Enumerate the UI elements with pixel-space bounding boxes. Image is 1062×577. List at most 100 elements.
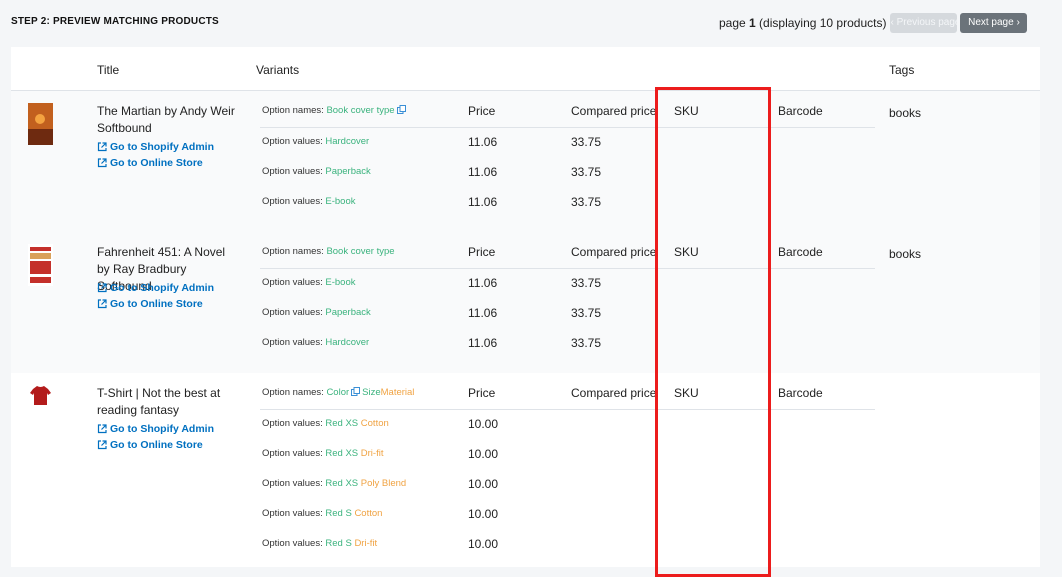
option-values-label: Option values: Paperback bbox=[262, 307, 371, 318]
variant-header-row: Option names: Book cover type Price Comp… bbox=[260, 238, 875, 269]
option-values-label: Option values: E-book bbox=[262, 196, 356, 207]
product-tags: books bbox=[889, 247, 922, 261]
variant-compared-price: 33.75 bbox=[571, 336, 602, 350]
next-page-button[interactable]: Next page › bbox=[960, 13, 1028, 33]
variant-row: Option values: Paperback 11.06 33.75 bbox=[260, 158, 875, 188]
option-values-label: Option values: Paperback bbox=[262, 166, 371, 177]
option-values-label: Option values: Red XS Poly Blend bbox=[262, 478, 407, 489]
variant-header-row: Option names: Color SizeMaterial Price Co… bbox=[260, 379, 875, 410]
variant-row: Option values: Red S Cotton 10.00 bbox=[260, 500, 875, 530]
variant-row: Option values: E-book 11.06 33.75 bbox=[260, 188, 875, 218]
step-title: STEP 2: PREVIEW MATCHING PRODUCTS bbox=[11, 16, 219, 27]
compared-price-header: Compared price bbox=[571, 104, 657, 118]
option-value: Red bbox=[325, 418, 343, 429]
variant-price: 11.06 bbox=[468, 336, 498, 350]
variant-price: 10.00 bbox=[468, 417, 499, 431]
option-values-label: Option values: Red XS Dri-fit bbox=[262, 448, 384, 459]
book-cover-thumbnail bbox=[28, 244, 53, 286]
barcode-header: Barcode bbox=[778, 245, 823, 259]
variant-price: 11.06 bbox=[468, 195, 498, 209]
option-value: Red bbox=[325, 448, 343, 459]
price-header: Price bbox=[468, 386, 496, 400]
copy-icon[interactable] bbox=[351, 387, 361, 396]
variant-price: 11.06 bbox=[468, 165, 498, 179]
option-values-label: Option values: Red S Dri-fit bbox=[262, 538, 378, 549]
shopify-admin-link[interactable]: Go to Shopify Admin bbox=[97, 423, 214, 435]
option-name: Book cover type bbox=[326, 105, 395, 116]
option-value: Red bbox=[325, 538, 343, 549]
variant-compared-price: 33.75 bbox=[571, 276, 602, 290]
online-store-link[interactable]: Go to Online Store bbox=[97, 439, 203, 451]
option-values-label: Option values: Hardcover bbox=[262, 136, 370, 147]
previous-page-button[interactable]: ‹ Previous page bbox=[890, 13, 961, 33]
option-value: XS bbox=[345, 478, 359, 489]
variant-price: 11.06 bbox=[468, 135, 498, 149]
external-link-icon bbox=[97, 283, 107, 293]
external-link-icon bbox=[97, 158, 107, 168]
variant-price: 10.00 bbox=[468, 477, 499, 491]
compared-price-header: Compared price bbox=[571, 245, 657, 259]
option-value: Dri-fit bbox=[360, 448, 384, 459]
option-value: S bbox=[345, 538, 352, 549]
option-name: Book cover type bbox=[326, 246, 395, 257]
variant-row: Option values: Paperback 11.06 33.75 bbox=[260, 299, 875, 329]
external-link-icon bbox=[97, 424, 107, 434]
variant-price: 10.00 bbox=[468, 537, 499, 551]
variant-row: Option values: Red XS Cotton 10.00 bbox=[260, 410, 875, 440]
shopify-admin-link[interactable]: Go to Shopify Admin bbox=[97, 282, 214, 294]
variant-price: 11.06 bbox=[468, 306, 498, 320]
option-names-label: Option names: Book cover type bbox=[262, 246, 395, 257]
products-table: Title Variants Tags The Martian by Andy … bbox=[11, 47, 1040, 567]
option-value: Dri-fit bbox=[354, 538, 378, 549]
option-values-label: Option values: Red S Cotton bbox=[262, 508, 383, 519]
option-value: Cotton bbox=[354, 508, 383, 519]
variant-compared-price: 33.75 bbox=[571, 306, 602, 320]
column-header-title: Title bbox=[97, 63, 120, 77]
option-value: Hardcover bbox=[325, 337, 370, 348]
barcode-header: Barcode bbox=[778, 386, 823, 400]
product-tags: books bbox=[889, 106, 922, 120]
external-link-icon bbox=[97, 142, 107, 152]
variant-row: Option values: Red S Dri-fit 10.00 bbox=[260, 530, 875, 560]
tshirt-thumbnail bbox=[30, 386, 51, 405]
external-link-icon bbox=[97, 440, 107, 450]
variant-compared-price: 33.75 bbox=[571, 165, 602, 179]
variant-row: Option values: E-book 11.06 33.75 bbox=[260, 269, 875, 299]
option-names-label: Option names: Color SizeMaterial bbox=[262, 387, 415, 398]
product-title: The Martian by Andy Weir Softbound bbox=[97, 104, 235, 135]
variant-row: Option values: Red XS Poly Blend 10.00 bbox=[260, 470, 875, 500]
option-value: E-book bbox=[325, 277, 356, 288]
variant-row: Option values: Hardcover 11.06 33.75 bbox=[260, 128, 875, 158]
product-row: The Martian by Andy Weir Softbound Go to … bbox=[11, 91, 1040, 232]
shopify-admin-link[interactable]: Go to Shopify Admin bbox=[97, 141, 214, 153]
option-name: Color bbox=[326, 387, 350, 398]
compared-price-header: Compared price bbox=[571, 386, 657, 400]
variant-price: 10.00 bbox=[468, 447, 499, 461]
book-cover-thumbnail bbox=[28, 103, 53, 145]
product-row: T-Shirt | Not the best at reading fantas… bbox=[11, 373, 1040, 567]
option-value: Paperback bbox=[325, 307, 371, 318]
product-row: Fahrenheit 451: A Novel by Ray Bradbury … bbox=[11, 232, 1040, 373]
option-name: Material bbox=[380, 387, 415, 398]
option-value: Hardcover bbox=[325, 136, 370, 147]
online-store-link[interactable]: Go to Online Store bbox=[97, 157, 203, 169]
online-store-link[interactable]: Go to Online Store bbox=[97, 298, 203, 310]
variant-row: Option values: Red XS Dri-fit 10.00 bbox=[260, 440, 875, 470]
option-value: Red bbox=[325, 508, 343, 519]
option-value: E-book bbox=[325, 196, 356, 207]
option-value: Paperback bbox=[325, 166, 371, 177]
copy-icon[interactable] bbox=[396, 105, 406, 114]
option-values-label: Option values: Red XS Cotton bbox=[262, 418, 389, 429]
barcode-header: Barcode bbox=[778, 104, 823, 118]
option-name: Size bbox=[362, 387, 381, 398]
column-header-variants: Variants bbox=[256, 63, 300, 77]
option-value: XS bbox=[345, 418, 359, 429]
sku-column-highlight bbox=[655, 87, 771, 577]
option-value: Cotton bbox=[360, 418, 389, 429]
variant-price: 11.06 bbox=[468, 276, 498, 290]
external-link-icon bbox=[97, 299, 107, 309]
option-values-label: Option values: E-book bbox=[262, 277, 356, 288]
option-value: Poly Blend bbox=[360, 478, 407, 489]
option-value: S bbox=[345, 508, 352, 519]
price-header: Price bbox=[468, 104, 496, 118]
